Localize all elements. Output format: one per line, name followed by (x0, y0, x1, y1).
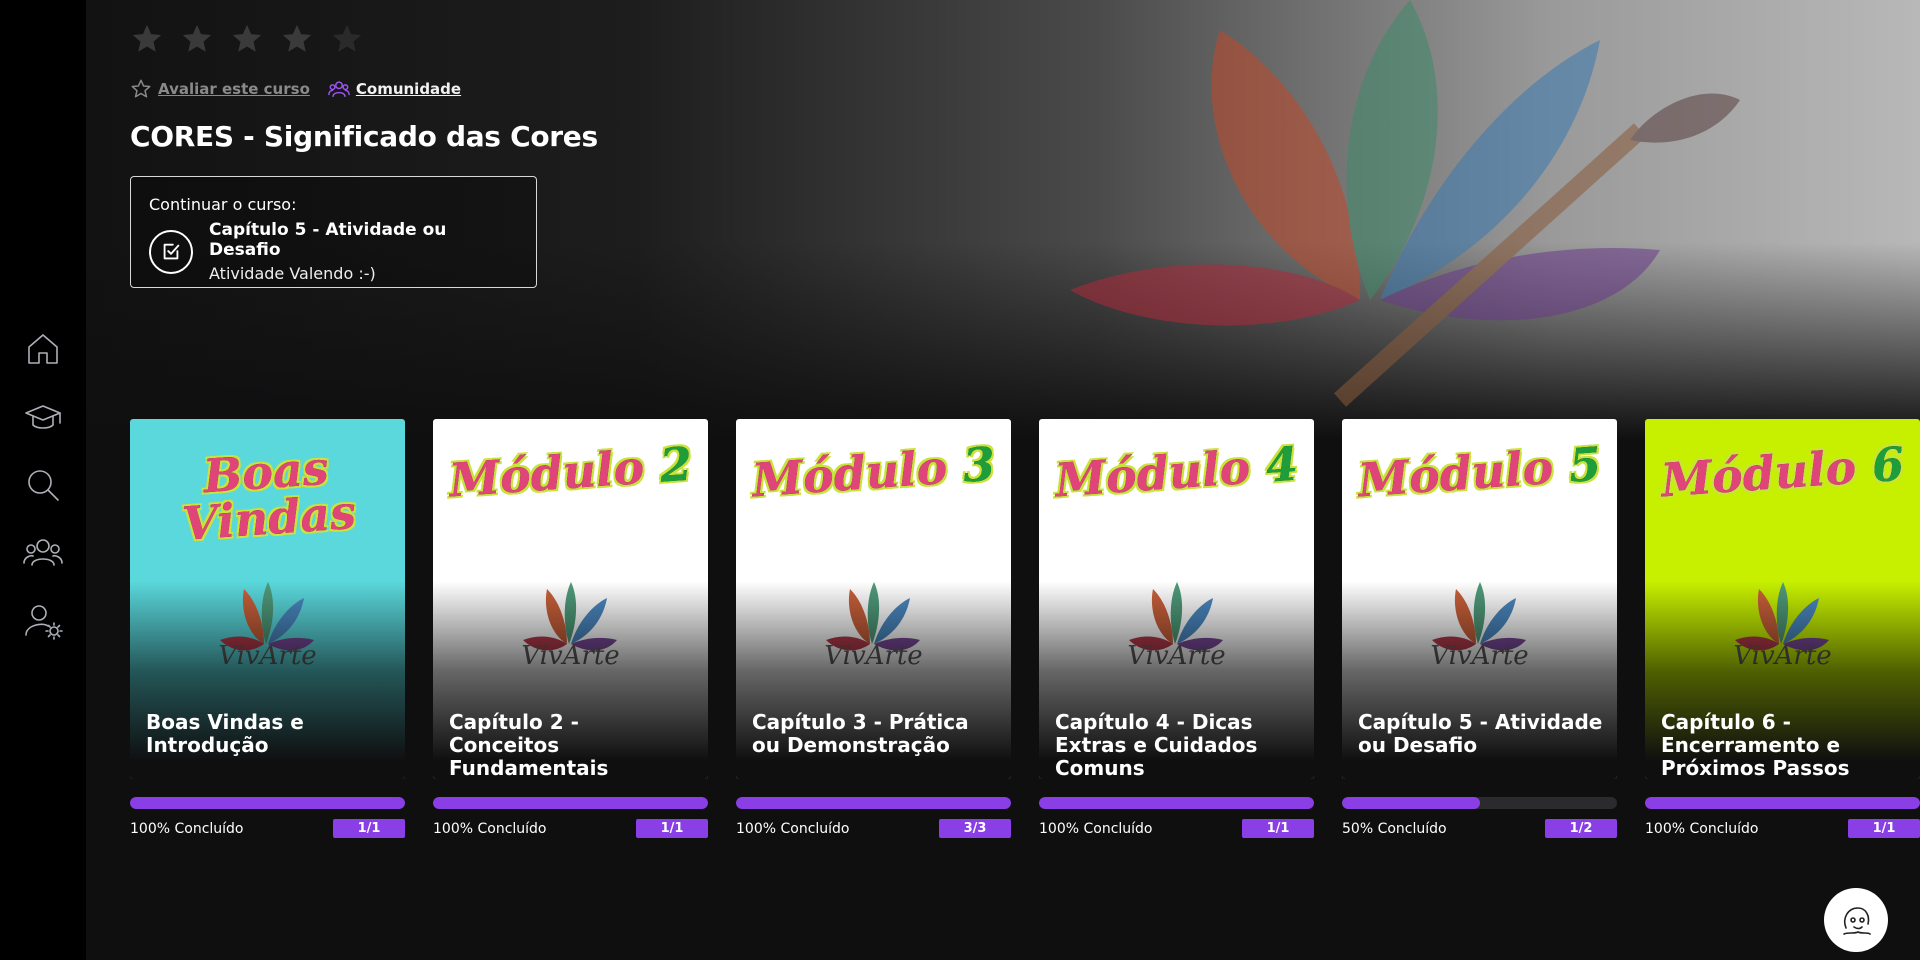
community-icon (328, 81, 350, 98)
module-thumbnail: Módulo 3 VivArte Capítulo 3 - Prática ou… (736, 419, 1011, 779)
module-card[interactable]: BoasVindas VivArte Boas Vindas e Introdu… (130, 419, 405, 838)
module-progress-label: 100% Concluído (1645, 820, 1759, 837)
module-lesson-count-badge: 1/1 (1848, 819, 1920, 838)
module-title: Capítulo 4 - Dicas Extras e Cuidados Com… (1055, 710, 1258, 780)
module-thumbnail: BoasVindas VivArte Boas Vindas e Introdu… (130, 419, 405, 779)
continue-activity-title: Atividade Valendo :-) (209, 264, 376, 283)
rating-star-5[interactable] (330, 22, 364, 56)
module-lesson-count-badge: 1/1 (636, 819, 708, 838)
rating-star-3[interactable] (230, 22, 264, 56)
module-progress-label: 100% Concluído (1039, 820, 1153, 837)
module-progress-fill (1342, 797, 1480, 809)
community-label: Comunidade (355, 80, 462, 98)
module-title: Capítulo 3 - Prática ou Demonstração (752, 710, 969, 757)
continue-course-label: Continuar o curso: (149, 195, 297, 214)
continue-course-button[interactable]: Continuar o curso: Capítulo 5 - Atividad… (130, 176, 537, 288)
module-title: Capítulo 5 - Atividade ou Desafio (1358, 710, 1603, 757)
home-icon (28, 334, 58, 364)
module-lesson-count-badge: 1/1 (1242, 819, 1314, 838)
module-card[interactable]: Módulo 5 VivArte Capítulo 5 - Atividade … (1342, 419, 1617, 838)
course-page: Avaliar este curso Comunidade CORES - Si… (86, 0, 1920, 960)
rating-star-2[interactable] (180, 22, 214, 56)
rate-course-label: Avaliar este curso (158, 80, 310, 98)
module-thumbnail: Módulo 2 VivArte Capítulo 2 - Conceitos … (433, 419, 708, 779)
module-progress-bar (736, 797, 1011, 809)
module-card[interactable]: Módulo 6 VivArte Capítulo 6 - Encerramen… (1645, 419, 1920, 838)
module-progress-bar (1645, 797, 1920, 809)
graduation-cap-icon (25, 405, 61, 429)
rate-course-link[interactable]: Avaliar este curso (130, 78, 310, 100)
module-title: Boas Vindas e Introdução (146, 710, 304, 757)
rating-star-4[interactable] (280, 22, 314, 56)
sidebar-item-home[interactable] (18, 330, 68, 368)
support-avatar-icon (1843, 907, 1871, 935)
module-progress-bar (1039, 797, 1314, 809)
user-gear-icon (25, 605, 63, 640)
module-progress-label: 100% Concluído (433, 820, 547, 837)
module-progress-fill (736, 797, 1011, 809)
sidebar (0, 0, 86, 960)
rating-star-1[interactable] (130, 22, 164, 56)
module-thumbnail: Módulo 4 VivArte Capítulo 4 - Dicas Extr… (1039, 419, 1314, 779)
sidebar-item-courses[interactable] (18, 398, 68, 436)
course-rating (130, 22, 364, 56)
module-progress-label: 100% Concluído (736, 820, 850, 837)
module-progress-bar (433, 797, 708, 809)
module-progress-bar (1342, 797, 1617, 809)
module-progress-label: 50% Concluído (1342, 820, 1447, 837)
continue-chapter-title: Capítulo 5 - Atividade ou Desafio (209, 220, 447, 260)
course-banner-lotus-image (1070, 0, 1740, 407)
sidebar-item-search[interactable] (18, 466, 68, 504)
module-progress-fill (433, 797, 708, 809)
module-title: Capítulo 6 - Encerramento e Próximos Pas… (1661, 710, 1850, 780)
community-link[interactable]: Comunidade (328, 78, 461, 100)
module-title: Capítulo 2 - Conceitos Fundamentais (449, 710, 609, 780)
users-icon (23, 539, 63, 566)
module-lesson-count-badge: 1/1 (333, 819, 405, 838)
course-title: CORES - Significado das Cores (130, 120, 598, 153)
search-icon (28, 470, 59, 501)
sidebar-item-account-settings[interactable] (18, 602, 68, 640)
module-progress-bar (130, 797, 405, 809)
module-progress-fill (1645, 797, 1920, 809)
star-outline-icon (131, 79, 151, 98)
module-progress-fill (1039, 797, 1314, 809)
module-lesson-count-badge: 1/2 (1545, 819, 1617, 838)
module-progress-fill (130, 797, 405, 809)
sidebar-item-community[interactable] (18, 534, 68, 572)
module-card[interactable]: Módulo 4 VivArte Capítulo 4 - Dicas Extr… (1039, 419, 1314, 838)
module-thumbnail: Módulo 5 VivArte Capítulo 5 - Atividade … (1342, 419, 1617, 779)
module-progress-label: 100% Concluído (130, 820, 244, 837)
module-thumbnail: Módulo 6 VivArte Capítulo 6 - Encerramen… (1645, 419, 1920, 779)
activity-icon (149, 229, 193, 274)
module-lesson-count-badge: 3/3 (939, 819, 1011, 838)
course-hero-banner: Avaliar este curso Comunidade CORES - Si… (86, 0, 1920, 440)
module-card[interactable]: Módulo 2 VivArte Capítulo 2 - Conceitos … (433, 419, 708, 838)
module-card[interactable]: Módulo 3 VivArte Capítulo 3 - Prática ou… (736, 419, 1011, 838)
module-list: BoasVindas VivArte Boas Vindas e Introdu… (130, 419, 1920, 838)
support-chat-button[interactable] (1824, 888, 1888, 952)
